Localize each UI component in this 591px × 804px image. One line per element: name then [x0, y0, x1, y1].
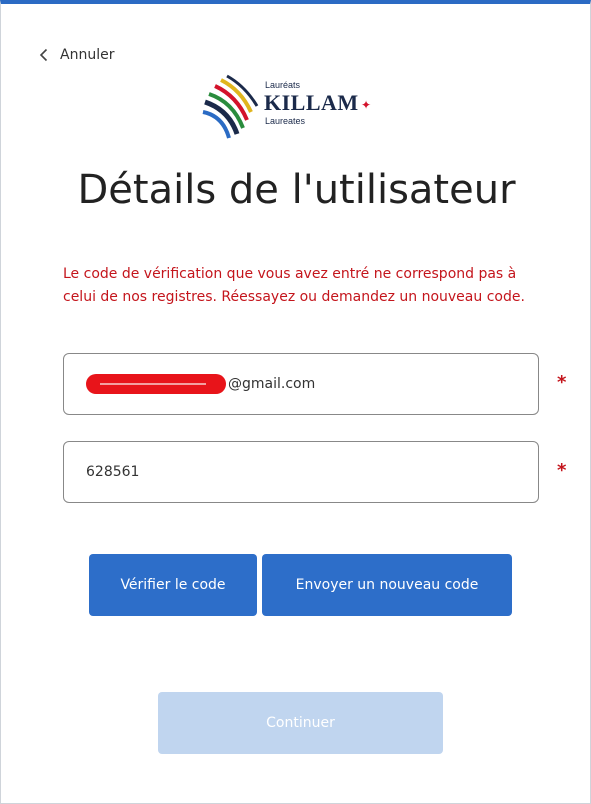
cancel-link[interactable]: Annuler	[36, 47, 114, 63]
logo-top-word: Lauréats	[265, 80, 301, 90]
email-suffix: @gmail.com	[228, 376, 316, 392]
verify-code-button[interactable]: Vérifier le code	[89, 554, 257, 616]
killam-logo: Lauréats KILLAM ✦ Laureates	[201, 72, 401, 142]
logo-swoosh-icon	[202, 74, 259, 139]
verification-code-value: 628561	[86, 464, 140, 480]
chevron-left-icon	[39, 48, 48, 62]
required-marker: *	[557, 372, 567, 393]
required-marker: *	[557, 460, 567, 481]
verification-code-field[interactable]: 628561	[63, 441, 539, 503]
continue-button[interactable]: Continuer	[158, 692, 443, 754]
logo-bottom-word: Laureates	[265, 116, 306, 126]
redaction-mark	[86, 374, 226, 394]
error-message: Le code de vérification que vous avez en…	[63, 266, 525, 305]
cancel-label: Annuler	[60, 47, 115, 63]
page-title: Détails de l'utilisateur	[77, 167, 516, 213]
email-field[interactable]: @gmail.com	[63, 353, 539, 415]
logo-main-word: KILLAM	[264, 90, 359, 115]
send-new-code-button[interactable]: Envoyer un nouveau code	[262, 554, 512, 616]
maple-leaf-icon: ✦	[361, 98, 372, 112]
dialog-frame: Annuler Lauréats KILLAM ✦ Laureates Déta…	[0, 0, 591, 804]
